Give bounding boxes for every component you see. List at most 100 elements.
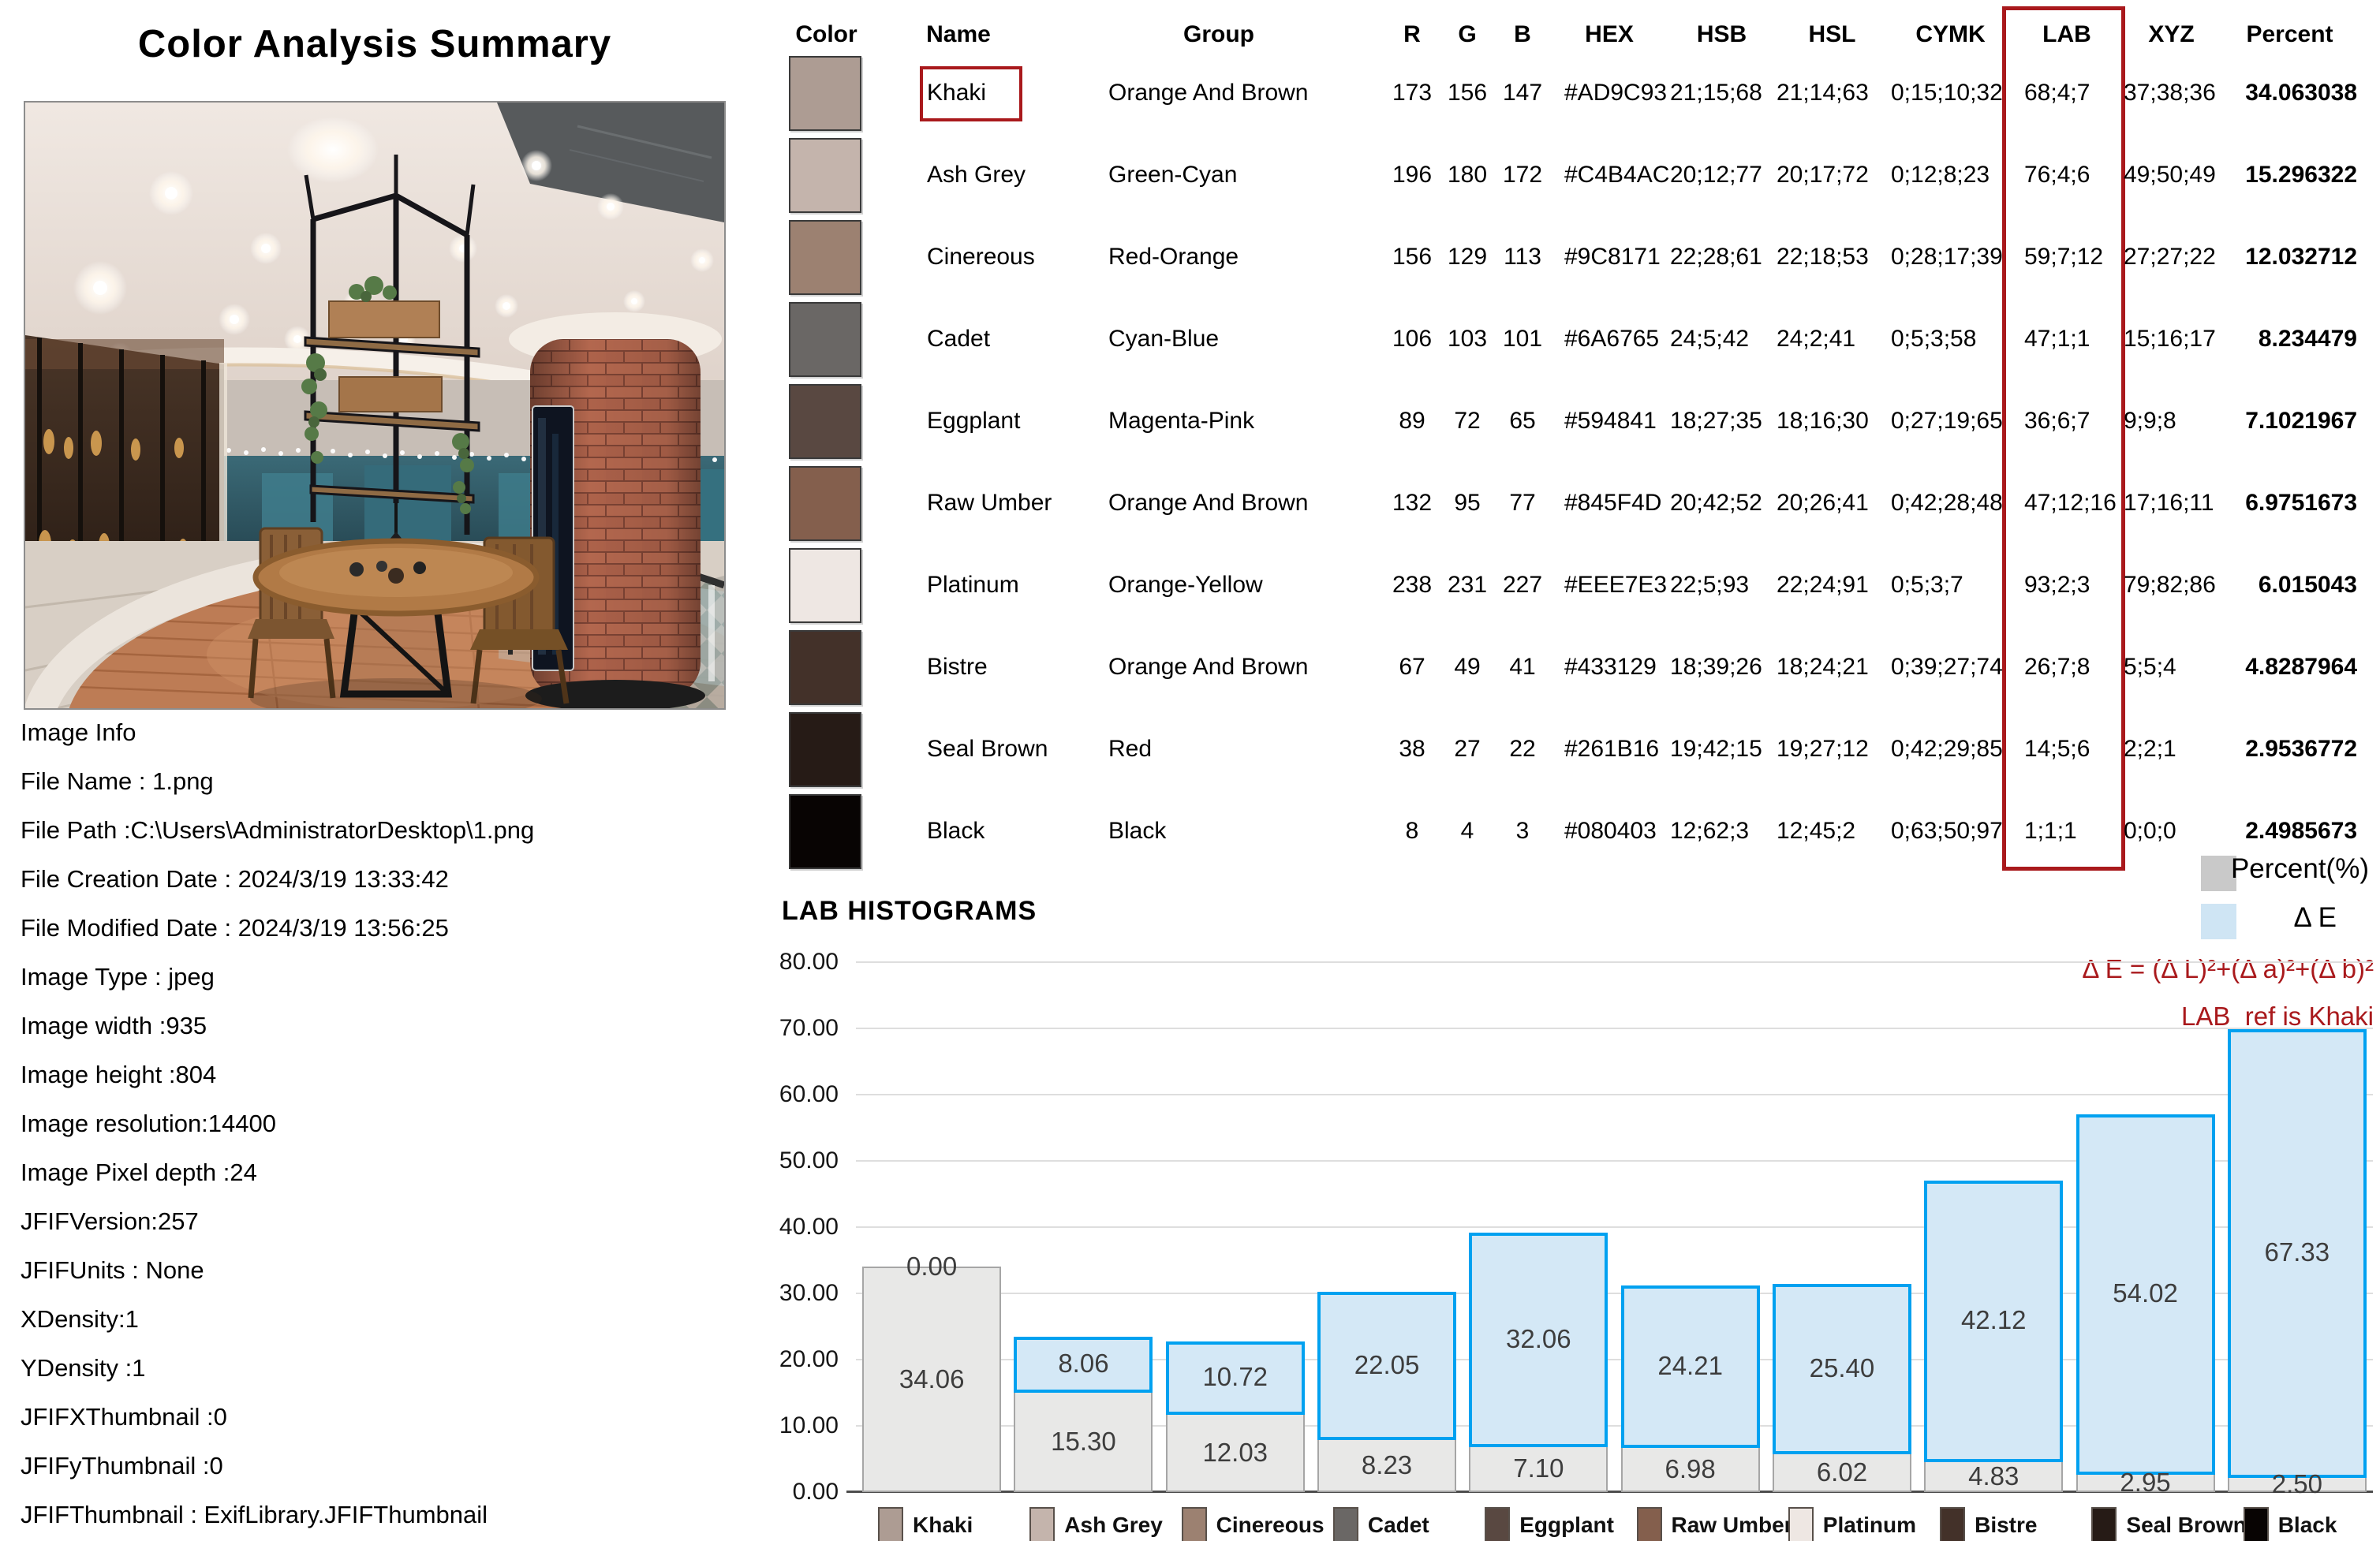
info-line: File Creation Date : 2024/3/19 13:33:42	[21, 855, 770, 904]
color-swatch	[789, 466, 861, 541]
y-axis-tick-label: 70.00	[777, 1013, 839, 1044]
cell-hsb: 24;5;42	[1668, 326, 1775, 353]
info-line: JFIFyThumbnail :0	[21, 1442, 770, 1491]
col-header-hex: HEX	[1550, 21, 1668, 48]
cell-cymk: 0;27;19;65	[1889, 408, 2012, 435]
delta-e-value-label: 67.33	[2265, 1235, 2330, 1270]
table-row[interactable]: Ash GreyGreen-Cyan196180172#C4B4AC20;12;…	[789, 134, 2359, 216]
cell-g: 231	[1440, 572, 1495, 599]
cell-name: Cinereous	[864, 244, 1053, 271]
x-legend-item: Seal Brown	[2069, 1503, 2221, 1541]
cell-r: 38	[1384, 736, 1440, 763]
color-swatch-cell	[789, 466, 864, 541]
y-axis-tick-label: 10.00	[777, 1410, 839, 1442]
cell-b: 22	[1495, 736, 1550, 763]
cell-r: 238	[1384, 572, 1440, 599]
legend-delta-swatch	[2201, 904, 2236, 939]
cell-cymk: 0;39;27;74	[1889, 654, 2012, 681]
cell-cymk: 0;42;29;85	[1889, 736, 2012, 763]
cell-hex: #EEE7E3	[1550, 572, 1668, 599]
cell-g: 129	[1440, 244, 1495, 271]
x-legend-item: Black	[2221, 1503, 2373, 1541]
cell-lab: 68;4;7	[2012, 80, 2122, 106]
col-header-hsl: HSL	[1775, 21, 1889, 48]
table-row[interactable]: Raw UmberOrange And Brown1329577#845F4D2…	[789, 462, 2359, 544]
table-row[interactable]: KhakiOrange And Brown173156147#AD9C9321;…	[789, 52, 2359, 134]
cell-name: Seal Brown	[864, 736, 1053, 763]
x-legend-label: Black	[2278, 1513, 2337, 1538]
color-swatch	[789, 630, 861, 705]
cell-hsb: 19;42;15	[1668, 736, 1775, 763]
delta-e-value-label: 10.72	[1202, 1360, 1268, 1394]
x-legend-item: Bistre	[1918, 1503, 2069, 1541]
cell-hsl: 22;18;53	[1775, 244, 1889, 271]
cell-name: Ash Grey	[864, 162, 1053, 188]
table-row[interactable]: CinereousRed-Orange156129113#9C817122;28…	[789, 216, 2359, 298]
table-row[interactable]: CadetCyan-Blue106103101#6A676524;5;4224;…	[789, 298, 2359, 380]
cell-hex: #6A6765	[1550, 326, 1668, 353]
gridline	[856, 961, 2373, 963]
cell-hsb: 22;28;61	[1668, 244, 1775, 271]
x-legend-color-swatch	[1940, 1507, 1965, 1541]
x-legend-item: Platinum	[1766, 1503, 1918, 1541]
cell-cymk: 0;15;10;32	[1889, 80, 2012, 106]
info-line: Image resolution:14400	[21, 1099, 770, 1148]
cell-percent: 7.1021967	[2221, 408, 2359, 435]
cell-r: 106	[1384, 326, 1440, 353]
color-swatch	[789, 138, 861, 213]
delta-e-value-label: 0.00	[906, 1249, 957, 1284]
color-table: ColorNameGroupRGBHEXHSBHSLCYMKLABXYZPerc…	[789, 0, 2359, 891]
color-analysis-app: Color Analysis Summary	[0, 0, 2380, 1541]
col-header-group: Group	[1053, 21, 1384, 48]
cell-group: Cyan-Blue	[1053, 326, 1384, 353]
y-axis-tick-label: 40.00	[777, 1211, 839, 1243]
cell-name: Khaki	[864, 80, 1053, 106]
cell-group: Green-Cyan	[1053, 162, 1384, 188]
delta-e-value-label: 8.06	[1058, 1346, 1108, 1381]
analyzed-image-preview	[24, 101, 726, 710]
cell-r: 196	[1384, 162, 1440, 188]
cell-cymk: 0;5;3;7	[1889, 572, 2012, 599]
cell-r: 89	[1384, 408, 1440, 435]
cell-percent: 12.032712	[2221, 244, 2359, 271]
cell-percent: 6.015043	[2221, 572, 2359, 599]
x-legend-color-swatch	[1637, 1507, 1662, 1541]
cell-percent: 2.9536772	[2221, 736, 2359, 763]
cell-percent: 6.9751673	[2221, 490, 2359, 517]
cell-cymk: 0;28;17;39	[1889, 244, 2012, 271]
y-axis-tick-label: 20.00	[777, 1344, 839, 1375]
col-header-name: Name	[864, 21, 1053, 48]
cell-xyz: 2;2;1	[2122, 736, 2221, 763]
x-legend-label: Khaki	[913, 1513, 973, 1538]
legend-delta-label: Δ E	[2293, 902, 2337, 934]
cell-hsl: 22;24;91	[1775, 572, 1889, 599]
cell-hex: #AD9C93	[1550, 80, 1668, 106]
delta-e-value-label: 32.06	[1506, 1322, 1571, 1356]
cell-name: Eggplant	[864, 408, 1053, 435]
cell-hex: #845F4D	[1550, 490, 1668, 517]
col-header-lab: LAB	[2012, 21, 2122, 48]
percent-value-label: 7.10	[1513, 1451, 1564, 1486]
cell-hex: #9C8171	[1550, 244, 1668, 271]
x-legend-color-swatch	[1788, 1507, 1814, 1541]
cell-cymk: 0;5;3;58	[1889, 326, 2012, 353]
table-row[interactable]: EggplantMagenta-Pink897265#59484118;27;3…	[789, 380, 2359, 462]
table-row[interactable]: BistreOrange And Brown674941#43312918;39…	[789, 626, 2359, 708]
cell-hsl: 24;2;41	[1775, 326, 1889, 353]
info-line: JFIFVersion:257	[21, 1197, 770, 1246]
cell-hex: #433129	[1550, 654, 1668, 681]
delta-e-value-label: 24.21	[1657, 1349, 1723, 1383]
table-row[interactable]: Seal BrownRed382722#261B1619;42;1519;27;…	[789, 708, 2359, 790]
table-row[interactable]: PlatinumOrange-Yellow238231227#EEE7E322;…	[789, 544, 2359, 626]
col-header-xyz: XYZ	[2122, 21, 2221, 48]
cell-hex: #594841	[1550, 408, 1668, 435]
chart-title: LAB HISTOGRAMS	[782, 896, 1037, 927]
percent-value-label: 4.83	[1968, 1459, 2019, 1494]
x-legend-label: Eggplant	[1519, 1513, 1614, 1538]
cell-name: Platinum	[864, 572, 1053, 599]
cell-b: 41	[1495, 654, 1550, 681]
cell-hsl: 18;16;30	[1775, 408, 1889, 435]
x-legend-item: Ash Grey	[1007, 1503, 1159, 1541]
cell-r: 132	[1384, 490, 1440, 517]
info-line: YDensity :1	[21, 1344, 770, 1393]
